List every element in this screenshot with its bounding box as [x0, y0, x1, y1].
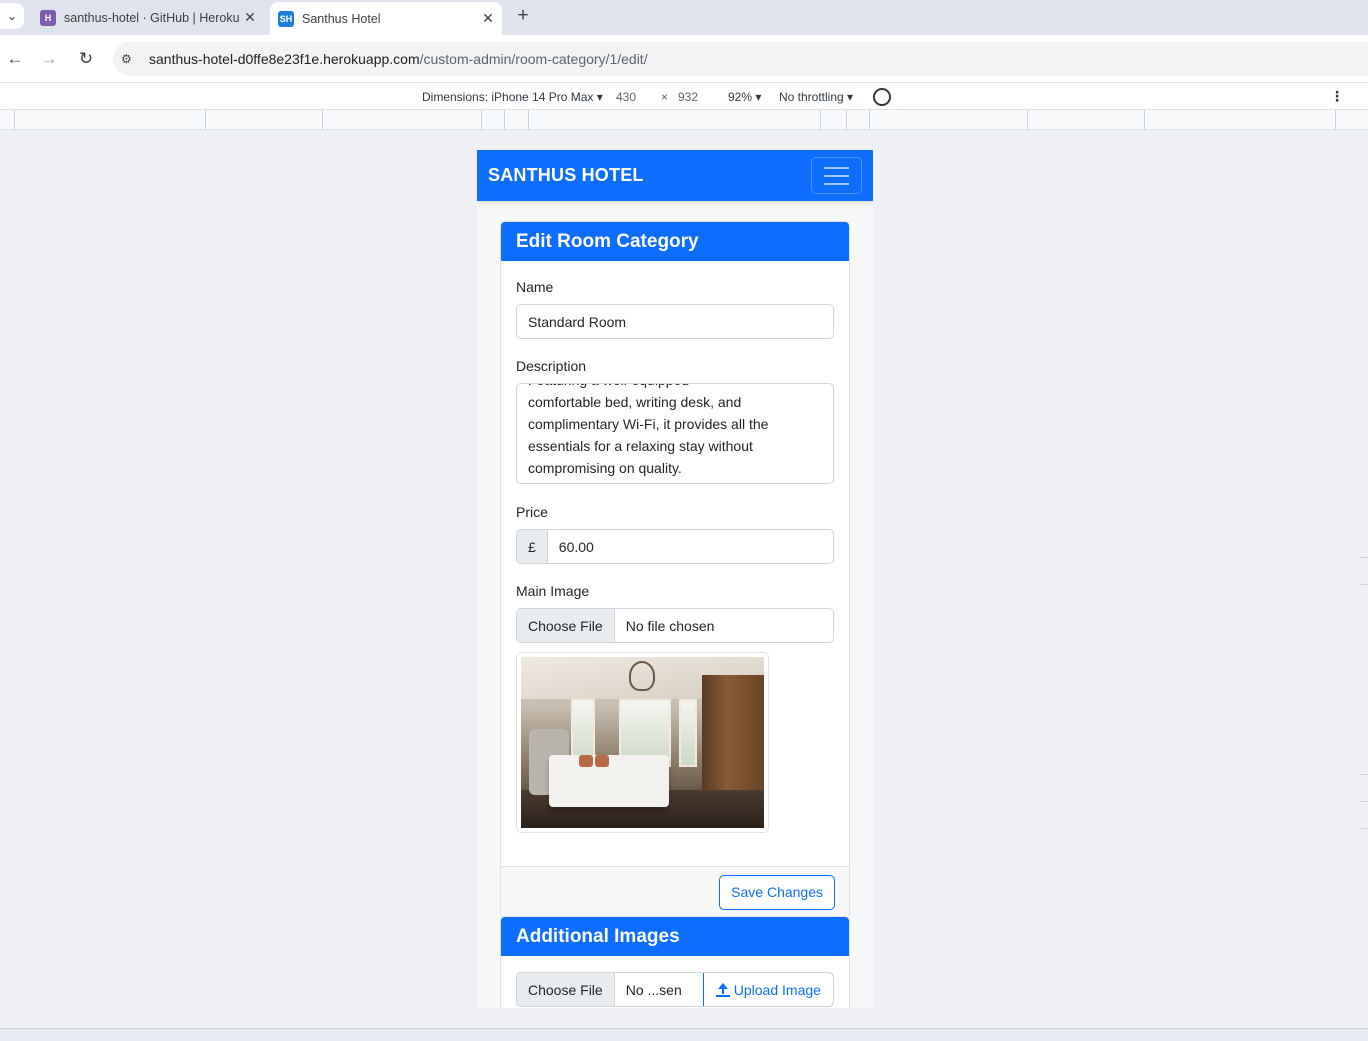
more-options-icon[interactable]: ⋮ [1330, 88, 1344, 105]
price-input-group: £ 60.00 [516, 529, 834, 564]
description-line: comfortable bed, writing desk, and [528, 394, 742, 410]
throttling-value: No throttling [779, 90, 844, 104]
navbar: SANTHUS HOTEL [477, 150, 873, 201]
url-text[interactable]: santhus-hotel-d0ffe8e23f1e.herokuapp.com… [149, 51, 648, 67]
tab-search-icon[interactable]: ⌄ [0, 3, 24, 29]
heroku-icon: H [40, 9, 56, 26]
currency-addon: £ [517, 530, 548, 563]
main-image-label: Main Image [516, 583, 590, 599]
brand-logo[interactable]: SANTHUS HOTEL [488, 165, 644, 186]
upload-image-button[interactable]: Upload Image [702, 973, 833, 1006]
upload-image-group: Choose File No ...sen Upload Image [516, 972, 834, 1007]
file-name: No ...sen [625, 981, 682, 998]
forward-icon[interactable]: → [37, 47, 61, 71]
address-bar[interactable]: ⚙ santhus-hotel-d0ffe8e23f1e.herokuapp.c… [113, 42, 1368, 76]
description-label: Description [516, 358, 587, 374]
reload-icon[interactable]: ↻ [74, 47, 98, 71]
choose-file-button[interactable]: Choose File [517, 609, 615, 642]
description-line: complimentary Wi-Fi, it provides all the [528, 416, 769, 432]
site-favicon-icon: SH [278, 10, 294, 27]
width-input[interactable]: 430 [616, 90, 636, 104]
os-taskbar [0, 1028, 1368, 1041]
main-image-thumbnail [516, 652, 769, 833]
times-sign: × [661, 90, 669, 104]
card-title: Edit Room Category [501, 222, 849, 261]
additional-images-card: Additional Images Choose File No ...sen … [500, 916, 850, 1008]
card-footer: Save Changes [501, 866, 849, 917]
description-line: essentials for a relaxing stay without [528, 438, 753, 454]
main-image-file-input[interactable]: Choose File No file chosen [516, 608, 834, 643]
zoom-select[interactable]: 92% ▾ [728, 90, 761, 104]
rotate-icon[interactable] [873, 88, 891, 106]
browser-toolbar: ← → ↻ ⚙ santhus-hotel-d0ffe8e23f1e.herok… [0, 35, 1368, 82]
height-input[interactable]: 932 [678, 90, 698, 104]
url-host: santhus-hotel-d0ffe8e23f1e.herokuapp.com [149, 51, 420, 67]
tab-santhus-hotel[interactable]: SH Santhus Hotel ✕ [270, 2, 502, 35]
tab-heroku[interactable]: H santhus-hotel · GitHub | Heroku ✕ [32, 2, 264, 33]
edit-room-category-card: Edit Room Category Name Standard Room De… [500, 221, 850, 918]
price-input[interactable]: 60.00 [548, 530, 605, 563]
card-title: Additional Images [501, 917, 849, 956]
tab-strip: ⌄ H santhus-hotel · GitHub | Heroku ✕ SH… [0, 0, 1368, 35]
close-icon[interactable]: ✕ [240, 9, 260, 26]
description-line: compromising on quality. [528, 460, 682, 476]
file-name: No file chosen [625, 617, 715, 634]
close-icon[interactable]: ✕ [478, 10, 498, 27]
room-photo [521, 657, 764, 828]
emulated-page: SANTHUS HOTEL Edit Room Category Name St… [477, 150, 873, 1008]
url-path: /custom-admin/room-category/1/edit/ [419, 51, 648, 67]
choose-file-button[interactable]: Choose File [517, 973, 615, 1006]
name-label: Name [516, 279, 554, 295]
description-textarea[interactable]: Featuring a well-equipped comfortable be… [516, 383, 834, 484]
back-icon[interactable]: ← [3, 47, 27, 71]
device-label: Dimensions: iPhone 14 Pro Max [422, 90, 594, 104]
save-changes-button[interactable]: Save Changes [719, 874, 835, 910]
menu-toggle-icon[interactable] [811, 157, 862, 194]
media-query-ruler [0, 110, 1368, 130]
tab-title: Santhus Hotel [302, 11, 381, 26]
device-dimensions-select[interactable]: Dimensions: iPhone 14 Pro Max ▾ [422, 90, 603, 104]
device-toolbar: Dimensions: iPhone 14 Pro Max ▾ 430 × 93… [0, 82, 1368, 110]
tab-title: santhus-hotel · GitHub | Heroku [64, 10, 240, 25]
upload-label: Upload Image [733, 981, 821, 998]
zoom-value: 92% [728, 90, 753, 104]
name-input[interactable]: Standard Room [516, 304, 834, 339]
new-tab-icon[interactable]: + [512, 5, 534, 27]
site-info-icon[interactable]: ⚙ [121, 52, 139, 66]
description-line: Featuring a well-equipped [528, 384, 822, 391]
upload-icon [715, 982, 730, 997]
throttling-select[interactable]: No throttling ▾ [779, 90, 853, 104]
price-label: Price [516, 504, 548, 520]
